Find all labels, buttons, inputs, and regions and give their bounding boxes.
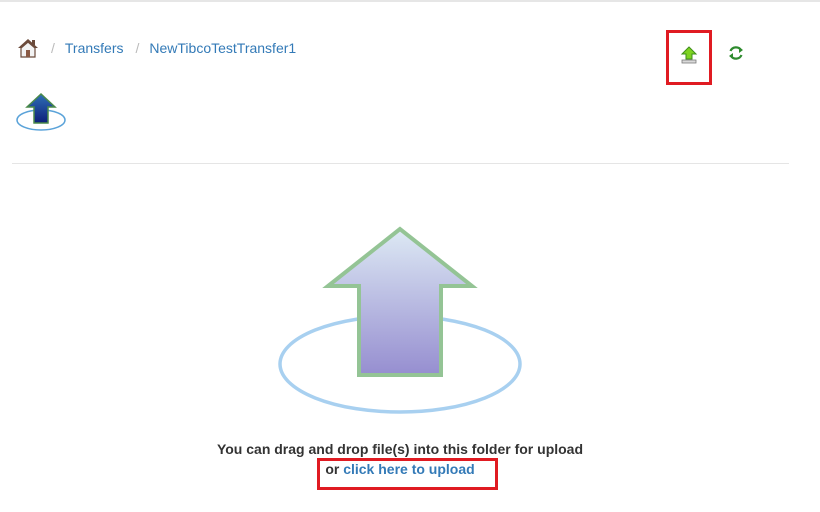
upload-icon: [680, 46, 698, 69]
dropzone-message: You can drag and drop file(s) into this …: [216, 441, 584, 457]
breadcrumb-separator: /: [135, 40, 140, 56]
click-to-upload-link[interactable]: click here to upload: [343, 461, 474, 477]
upload-arrow-icon: [276, 225, 524, 417]
upload-prompt: or click here to upload: [0, 461, 800, 477]
breadcrumb: / Transfers / NewTibcoTestTransfer1: [17, 36, 296, 60]
breadcrumb-item-current-folder[interactable]: NewTibcoTestTransfer1: [149, 40, 296, 56]
or-text: or: [325, 461, 344, 477]
divider: [12, 163, 789, 164]
breadcrumb-item-transfers[interactable]: Transfers: [65, 40, 124, 56]
refresh-icon: [728, 45, 744, 66]
top-border: [0, 0, 820, 2]
refresh-button[interactable]: [726, 45, 746, 65]
breadcrumb-separator: /: [51, 40, 55, 56]
small-upload-icon[interactable]: [15, 92, 67, 132]
home-icon[interactable]: [17, 37, 39, 59]
upload-button[interactable]: [666, 30, 712, 85]
